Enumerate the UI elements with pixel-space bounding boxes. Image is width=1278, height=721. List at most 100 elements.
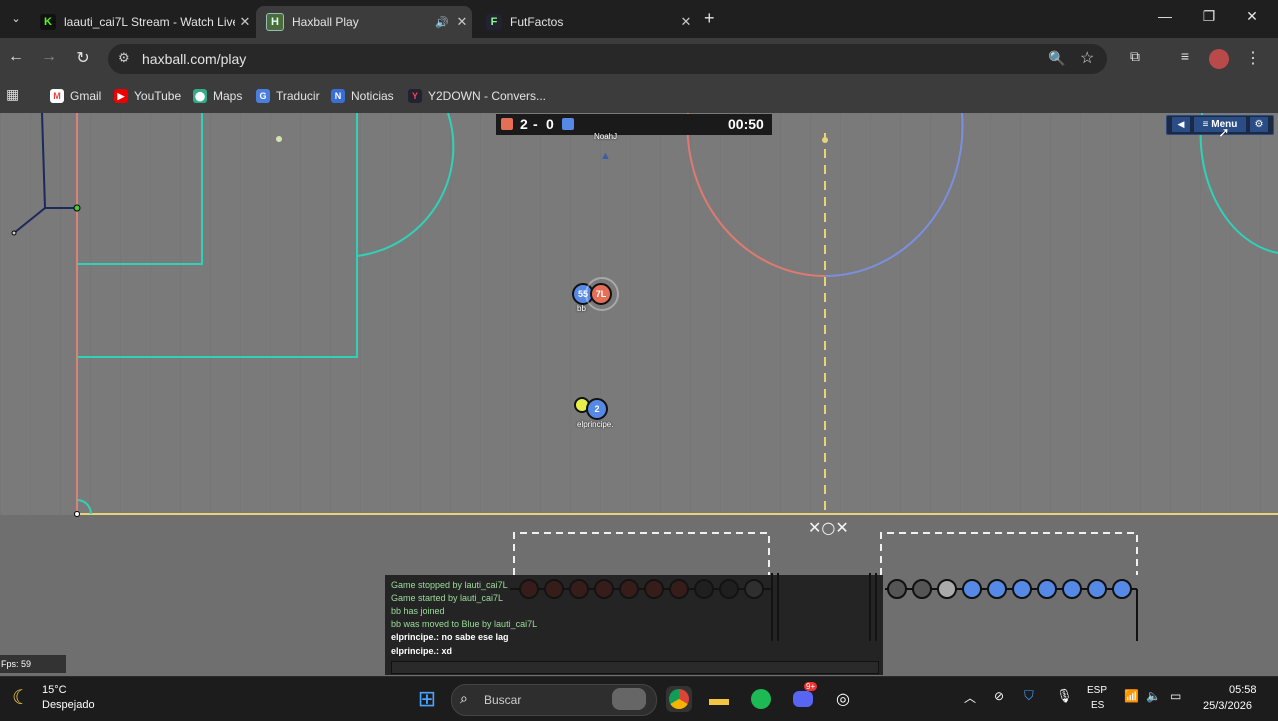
score-separator: - <box>533 116 538 132</box>
url-text: haxball.com/play <box>142 51 247 67</box>
zoom-icon[interactable]: 🔍 <box>1048 50 1065 67</box>
bookmark-label: Gmail <box>70 89 102 103</box>
translate-icon: G <box>256 89 270 103</box>
bookmark-label: Y2DOWN - Convers... <box>428 89 547 103</box>
bookmark-gmail[interactable]: M Gmail <box>50 87 101 105</box>
player-number: 7L <box>595 289 607 299</box>
close-icon[interactable]: ✕ <box>676 14 696 30</box>
game-canvas[interactable]: ✕○✕ 2 - 0 00:50 ◀ ≡ Menu ⚙ ➚ NoahJ ▲ 55 … <box>0 113 1278 676</box>
bookmark-noticias[interactable]: N Noticias <box>331 87 394 105</box>
tab-title: laauti_cai7L Stream - Watch Live <box>64 15 235 29</box>
tab-title: Haxball Play <box>292 15 359 29</box>
tab-kick[interactable]: K laauti_cai7L Stream - Watch Live ✕ <box>30 6 255 38</box>
haxball-icon: H <box>266 13 284 31</box>
microphone-icon[interactable]: 🎙 <box>1056 688 1073 704</box>
tab-title: FutFactos <box>510 15 564 29</box>
settings-gear-icon[interactable]: ⚙ <box>1250 117 1268 132</box>
fps-text: Fps: 59 <box>1 659 32 669</box>
bookmark-label: YouTube <box>134 89 182 103</box>
hamburger-icon: ≡ <box>1202 119 1209 130</box>
bookmark-star-icon[interactable]: ☆ <box>1080 48 1094 68</box>
close-icon[interactable]: ✕ <box>235 14 255 30</box>
windows-taskbar: ☾ 15°C Despejado ⊞ ⌕ Buscar ▬ 9+ ◎ ︿ ⊘ ⛉… <box>0 676 1278 721</box>
language-top[interactable]: ESP <box>1087 685 1107 696</box>
search-placeholder: Buscar <box>484 693 522 707</box>
media-control-icon[interactable]: ≡ <box>1174 48 1196 64</box>
player-blue: 2 <box>586 398 608 420</box>
bookmarks-bar: ▦ M Gmail ▶ YouTube ⬤ Maps G Traducir N … <box>0 80 1278 114</box>
weather-temp[interactable]: 15°C <box>42 684 67 696</box>
fps-counter: Fps: 59 <box>0 655 66 673</box>
discord-logo <box>793 691 813 707</box>
bookmark-label: Noticias <box>351 89 394 103</box>
volume-icon[interactable]: 🔈 <box>1146 689 1161 703</box>
spotify-icon[interactable] <box>748 686 774 712</box>
bookmark-traducir[interactable]: G Traducir <box>256 87 320 105</box>
security-shield-icon[interactable]: ⛉ <box>1024 688 1034 704</box>
new-tab-button[interactable]: + <box>704 8 715 29</box>
bookmark-y2down[interactable]: Y Y2DOWN - Convers... <box>408 87 546 105</box>
moon-icon: ☾ <box>12 687 30 709</box>
bookmark-youtube[interactable]: ▶ YouTube <box>114 87 181 105</box>
chat-notice: bb has joined <box>391 606 445 616</box>
tray-expand-icon[interactable]: ︿ <box>964 689 976 706</box>
forward-button[interactable]: → <box>38 48 60 66</box>
browser-toolbar: ← → ↻ ⚙ haxball.com/play 🔍 ☆ ⧉ ≡ ⋮ <box>0 38 1278 80</box>
chat-notice: bb was moved to Blue by lauti_cai7L <box>391 619 538 629</box>
gmail-icon: M <box>50 89 64 103</box>
weather-desc[interactable]: Despejado <box>42 699 95 711</box>
back-button[interactable]: ← <box>5 48 27 66</box>
maps-icon: ⬤ <box>193 89 207 103</box>
back-arrow-icon[interactable]: ◀ <box>1172 117 1190 132</box>
apps-grid-icon[interactable]: ▦ <box>6 86 19 103</box>
youtube-icon: ▶ <box>114 89 128 103</box>
windows-start-icon[interactable]: ⊞ <box>414 686 440 712</box>
search-icon: ⌕ <box>460 690 468 706</box>
file-explorer-icon[interactable]: ▬ <box>706 686 732 712</box>
tab-search-button[interactable]: ⌄ <box>6 9 26 29</box>
y2down-icon: Y <box>408 89 422 103</box>
tab-haxball[interactable]: H Haxball Play 🔊 ✕ <box>256 6 472 38</box>
close-icon[interactable]: ✕ <box>452 14 472 30</box>
clock-date[interactable]: 25/3/2026 <box>1203 700 1252 712</box>
extensions-icon[interactable]: ⧉ <box>1124 48 1146 65</box>
restore-button[interactable]: ❐ <box>1194 8 1224 25</box>
chat-message: elprincipe.: xd <box>391 646 453 656</box>
chat-notice: Game stopped by lauti_cai7L <box>391 580 508 590</box>
profile-avatar[interactable] <box>1209 49 1229 69</box>
chat-input[interactable] <box>391 661 879 674</box>
more-menu-icon[interactable]: ⋮ <box>1242 48 1264 68</box>
chrome-logo <box>669 689 689 709</box>
blue-team-swatch <box>562 118 574 130</box>
address-bar[interactable]: ⚙ haxball.com/play 🔍 ☆ <box>108 44 1107 74</box>
site-info-icon[interactable]: ⚙ <box>118 50 130 66</box>
discord-badge: 9+ <box>804 682 818 691</box>
game-timer: 00:50 <box>728 116 764 132</box>
wifi-icon[interactable]: 📶 <box>1124 689 1139 703</box>
player-arrow-icon: ▲ <box>600 150 611 162</box>
red-team-swatch <box>501 118 513 130</box>
player-name: NoahJ <box>594 132 618 141</box>
clock-time[interactable]: 05:58 <box>1229 684 1257 696</box>
network-off-icon[interactable]: ⊘ <box>994 689 1004 703</box>
tab-strip: ⌄ K laauti_cai7L Stream - Watch Live ✕ H… <box>0 0 1278 38</box>
taskbar-search[interactable]: ⌕ Buscar <box>451 684 657 716</box>
game-app-icon[interactable]: ◎ <box>830 686 856 712</box>
bookmark-maps[interactable]: ⬤ Maps <box>193 87 242 105</box>
speaker-icon[interactable]: 🔊 <box>432 16 452 29</box>
minimize-button[interactable]: — <box>1150 8 1180 24</box>
close-window-button[interactable]: ✕ <box>1237 8 1267 25</box>
player-name: elprincipe. <box>577 420 614 429</box>
battery-icon[interactable]: ▭ <box>1170 689 1181 703</box>
tab-futfactos[interactable]: F FutFactos ✕ <box>476 6 696 38</box>
bookmark-label: Traducir <box>276 89 320 103</box>
chrome-icon[interactable] <box>666 686 692 712</box>
discord-icon[interactable]: 9+ <box>790 682 818 712</box>
chat-message: elprincipe.: no sabe ese lag <box>391 632 509 642</box>
red-score: 2 <box>520 116 528 132</box>
language-bottom[interactable]: ES <box>1091 700 1104 711</box>
reload-button[interactable]: ↻ <box>72 48 94 68</box>
svg-text:✕○✕: ✕○✕ <box>808 518 849 537</box>
mouse-cursor-icon: ➚ <box>1218 124 1230 140</box>
chat-panel: Game stopped by lauti_cai7L Game started… <box>385 575 883 675</box>
